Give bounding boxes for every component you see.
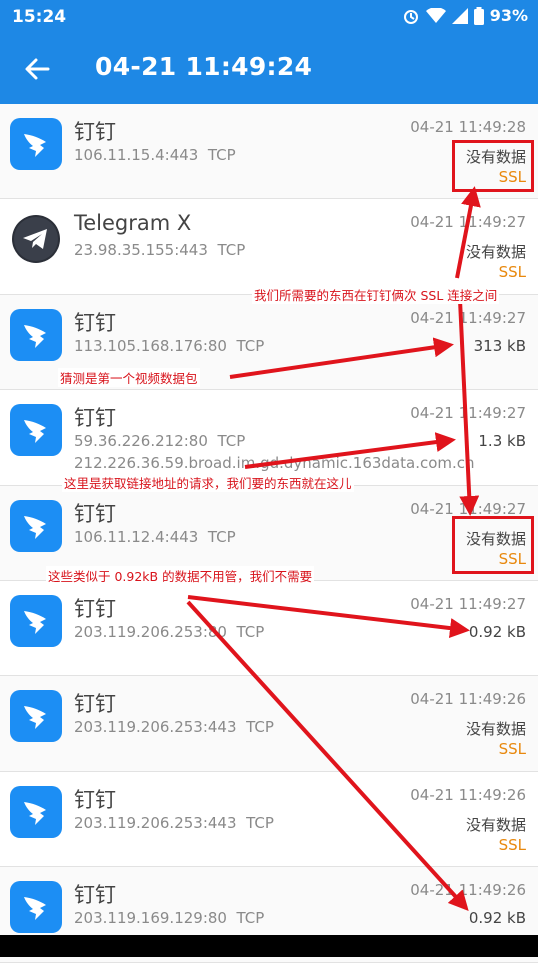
status-time: 15:24 — [12, 7, 67, 27]
protocol-value: TCP — [217, 432, 246, 451]
app-name: 钉钉 — [74, 120, 116, 144]
list-item[interactable]: 钉钉 203.119.206.253:443 TCP 04-21 11:49:26 没… — [0, 771, 538, 868]
dingtalk-icon — [10, 404, 62, 457]
timestamp: 04-21 11:49:27 — [410, 594, 526, 613]
app-name: 钉钉 — [74, 406, 116, 431]
connection-address: 106.11.15.4:443 TCP — [74, 146, 236, 164]
protocol-value: TCP — [236, 622, 265, 641]
address-value: 106.11.15.4:443 — [74, 146, 199, 164]
connection-address: 59.36.226.212:80 TCP — [74, 432, 245, 450]
timestamp: 04-21 11:49:26 — [410, 690, 526, 709]
app-name: 钉钉 — [74, 883, 116, 908]
annotation-link-request: 这里是获取链接地址的请求，我们要的东西就在这儿 — [62, 473, 354, 492]
app-name: 钉钉 — [74, 310, 116, 335]
address-value: 203.119.206.253:443 — [74, 813, 237, 832]
connection-address: 203.119.206.253:80 TCP — [74, 623, 264, 641]
battery-icon — [473, 6, 484, 25]
app-name: 钉钉 — [74, 501, 116, 526]
data-size: 0.92 kB — [468, 909, 526, 928]
connection-address: 203.119.169.129:80 TCP — [74, 909, 264, 927]
status-icons: 93% — [402, 6, 528, 25]
dingtalk-icon — [10, 308, 62, 361]
address-value: 203.119.206.253:443 — [74, 718, 237, 737]
data-size: 没有数据 — [465, 720, 526, 739]
protocol-value: TCP — [246, 718, 274, 737]
protocol-value: TCP — [246, 813, 274, 832]
connection-address: 203.119.206.253:443 TCP — [74, 814, 274, 832]
data-size: 1.3 kB — [478, 432, 526, 451]
annotation-box-ssl-2 — [452, 516, 534, 574]
host-name: 212.226.36.59.broad.im.gd.dynamic.163dat… — [74, 454, 475, 473]
annotation-ssl-between: 我们所需要的东西在钉钉俩次 SSL 连接之间 — [252, 285, 500, 304]
timestamp: 04-21 11:49:27 — [410, 404, 526, 423]
dingtalk-icon — [10, 881, 62, 934]
page-title: 04-21 11:49:24 — [95, 52, 313, 81]
address-value: 113.105.168.176:80 — [74, 336, 227, 355]
app-bar: 04-21 11:49:24 — [0, 34, 538, 104]
protocol-value: TCP — [207, 146, 236, 164]
timestamp: 04-21 11:49:26 — [410, 785, 526, 804]
address-value: 106.11.12.4:443 — [74, 527, 199, 546]
ssl-badge: SSL — [498, 263, 526, 282]
address-value: 203.119.169.129:80 — [74, 909, 227, 928]
dingtalk-icon — [10, 785, 62, 838]
timestamp: 04-21 11:49:27 — [410, 213, 526, 232]
list-item[interactable]: Telegram X 23.98.35.155:443 TCP 04-21 11:4… — [0, 199, 538, 295]
app-name: 钉钉 — [74, 596, 116, 621]
app-name: 钉钉 — [74, 787, 116, 812]
connection-address: 106.11.12.4:443 TCP — [74, 528, 236, 546]
annotation-box-ssl-1 — [452, 140, 534, 192]
protocol-value: TCP — [207, 527, 236, 546]
annotation-first-video: 猜测是第一个视频数据包 — [58, 368, 200, 387]
dingtalk-icon — [10, 118, 62, 170]
list-item[interactable]: 钉钉 203.119.206.253:443 TCP 04-21 11:49:26 没… — [0, 676, 538, 772]
address-value: 203.119.206.253:80 — [74, 622, 227, 641]
ssl-badge: SSL — [498, 740, 526, 759]
timestamp: 04-21 11:49:26 — [410, 881, 526, 900]
telegram-icon — [10, 213, 62, 265]
protocol-value: TCP — [217, 241, 246, 260]
signal-icon — [451, 7, 468, 24]
data-size: 0.92 kB — [468, 622, 526, 641]
alarm-icon — [403, 9, 418, 24]
app-name: Telegram X — [74, 211, 192, 236]
battery-percent: 93% — [489, 6, 528, 25]
protocol-value: TCP — [236, 909, 265, 928]
data-size: 没有数据 — [465, 243, 526, 262]
ssl-badge: SSL — [498, 835, 526, 854]
dingtalk-icon — [10, 690, 62, 743]
annotation-ignore-small: 这些类似于 0.92kB 的数据不用管，我们不需要 — [46, 566, 315, 585]
data-size: 没有数据 — [465, 815, 526, 834]
timestamp: 04-21 11:49:27 — [410, 499, 526, 518]
list-item[interactable]: 钉钉 59.36.226.212:80 TCP 212.226.36.59.broa… — [0, 390, 538, 486]
connection-address: 23.98.35.155:443 TCP — [74, 241, 245, 259]
protocol-value: TCP — [236, 336, 265, 355]
list-item[interactable]: 钉钉 203.119.206.253:80 TCP 04-21 11:49:27 0.… — [0, 580, 538, 677]
data-size: 313 kB — [473, 336, 526, 355]
timestamp: 04-21 11:49:27 — [410, 308, 526, 327]
wifi-icon — [425, 7, 446, 23]
dingtalk-icon — [10, 594, 62, 647]
address-value: 23.98.35.155:443 — [74, 241, 208, 260]
app-name: 钉钉 — [74, 692, 116, 717]
connection-address: 113.105.168.176:80 TCP — [74, 337, 264, 355]
status-bar: 15:24 93% — [0, 0, 538, 34]
connection-address: 203.119.206.253:443 TCP — [74, 718, 274, 736]
arrow-left-icon — [25, 58, 50, 80]
address-value: 59.36.226.212:80 — [74, 432, 208, 451]
dingtalk-icon — [10, 499, 62, 552]
timestamp: 04-21 11:49:28 — [410, 118, 526, 136]
back-button[interactable] — [20, 52, 54, 86]
navigation-bar — [0, 935, 538, 957]
